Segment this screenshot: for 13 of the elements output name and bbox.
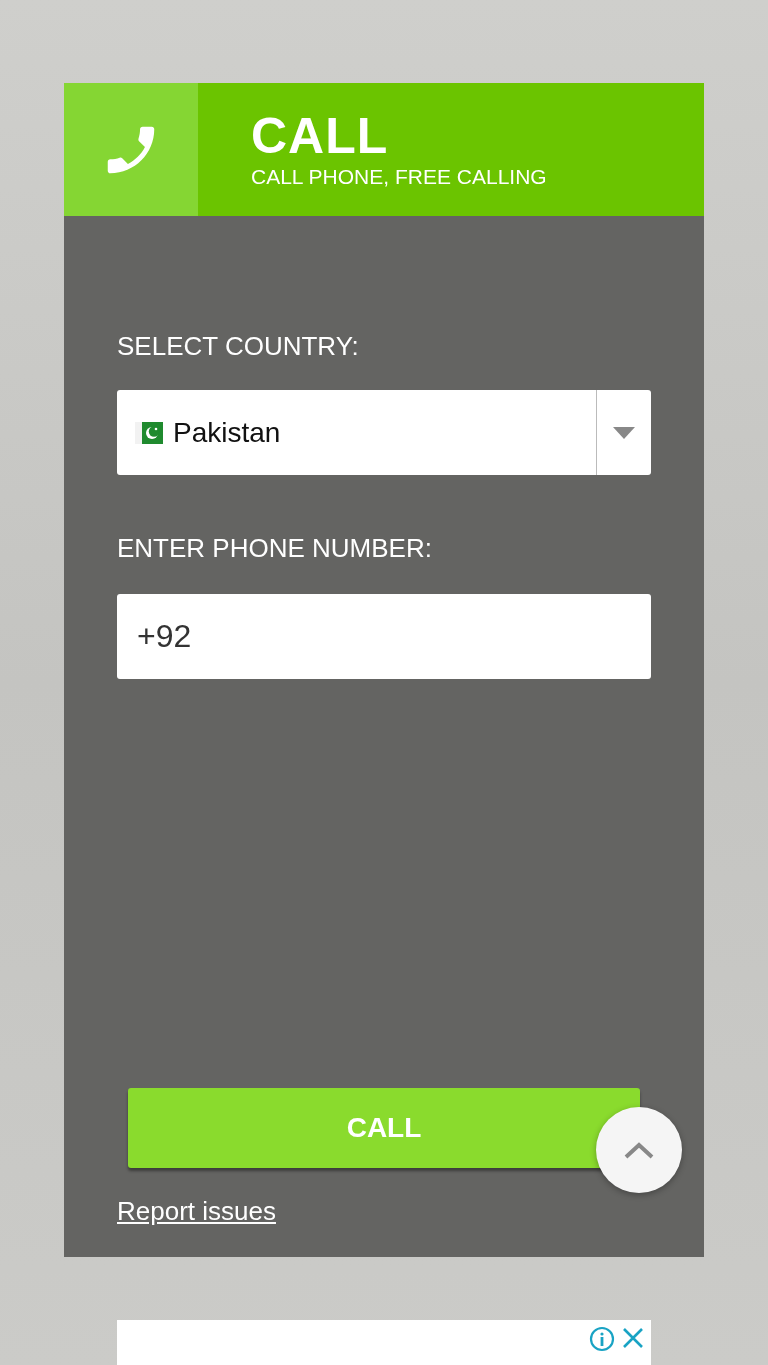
report-link[interactable]: Report issues <box>117 1196 276 1227</box>
phone-field[interactable]: +92 <box>117 594 651 679</box>
field-label: ENTER PHONE NUMBER: <box>117 533 433 564</box>
info-icon[interactable] <box>589 1326 615 1352</box>
app-title: CALL <box>251 110 390 161</box>
app-subtitle: CALL PHONE, FREE CALLING <box>251 164 547 189</box>
close-icon[interactable] <box>621 1326 645 1350</box>
country-dropdown[interactable]: Pakistan <box>117 390 651 475</box>
chevron-up-icon <box>623 1140 655 1160</box>
caret-icon <box>613 426 635 439</box>
flag-icon <box>135 421 163 444</box>
selected-country: Pakistan <box>173 416 281 449</box>
field-label: SELECT COUNTRY: <box>117 331 360 362</box>
